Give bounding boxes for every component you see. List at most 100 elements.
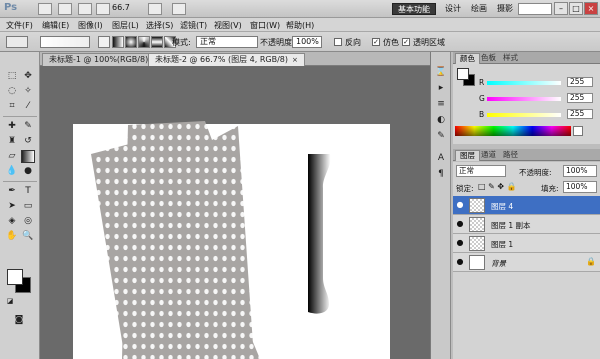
eye-icon[interactable]: ● bbox=[455, 257, 465, 267]
character-panel-icon[interactable]: A bbox=[435, 152, 447, 164]
bridge-button[interactable] bbox=[38, 3, 52, 15]
white-swatch[interactable] bbox=[573, 126, 583, 136]
clone-stamp-icon[interactable]: ♜ bbox=[5, 135, 19, 148]
tab-paths[interactable]: 路径 bbox=[499, 150, 522, 161]
hand-tool-icon[interactable]: ✋ bbox=[5, 230, 19, 243]
history-brush-icon[interactable]: ↺ bbox=[21, 135, 35, 148]
red-channel-value[interactable]: 255 bbox=[567, 77, 593, 87]
screen-mode-button[interactable] bbox=[172, 3, 186, 15]
search-input[interactable] bbox=[518, 3, 552, 15]
color-panel: R 255 G 255 B 255 bbox=[453, 64, 600, 144]
eye-icon[interactable]: ● bbox=[455, 238, 465, 248]
crop-tool-icon[interactable]: ⌗ bbox=[5, 100, 19, 113]
gradient-tool-icon[interactable] bbox=[21, 150, 35, 163]
gradient-editor-icon[interactable] bbox=[98, 36, 110, 48]
menu-layer[interactable]: 图层(L) bbox=[112, 20, 139, 31]
close-tab-icon[interactable]: × bbox=[292, 56, 298, 64]
workspace-photography[interactable]: 摄影 bbox=[492, 3, 518, 15]
eraser-tool-icon[interactable]: ▱ bbox=[5, 150, 19, 163]
reverse-checkbox[interactable] bbox=[334, 38, 342, 46]
fill-input[interactable]: 100% bbox=[563, 181, 597, 193]
lock-icons[interactable]: □ ✎ ✥ 🔒 bbox=[478, 182, 517, 191]
gradient-picker[interactable] bbox=[40, 36, 90, 48]
application-bar: Ps 66.7 基本功能 设计 绘画 摄影 – □ × bbox=[0, 0, 600, 18]
green-channel-value[interactable]: 255 bbox=[567, 93, 593, 103]
lasso-tool-icon[interactable]: ◌ bbox=[5, 85, 19, 98]
actions-panel-icon[interactable]: ▸ bbox=[435, 82, 447, 94]
workspace-essentials[interactable]: 基本功能 bbox=[392, 3, 436, 15]
layer-row[interactable]: ● 图层 4 bbox=[453, 196, 600, 215]
eye-icon[interactable]: ● bbox=[455, 200, 465, 210]
canvas-area[interactable] bbox=[40, 66, 430, 359]
magic-wand-icon[interactable]: ✧ bbox=[21, 85, 35, 98]
healing-brush-icon[interactable]: ✚ bbox=[5, 120, 19, 133]
menu-edit[interactable]: 编辑(E) bbox=[42, 20, 69, 31]
blue-channel-value[interactable]: 255 bbox=[567, 109, 593, 119]
adjustments-panel-icon[interactable]: ≡ bbox=[435, 98, 447, 110]
layer-row[interactable]: ● 背景 🔒 bbox=[453, 253, 600, 272]
move-tool-icon[interactable]: ✥ bbox=[21, 70, 35, 83]
history-panel-icon[interactable]: ⌛ bbox=[435, 66, 447, 78]
tab-document-1[interactable]: 未标题-1 @ 100%(RGB/8)× bbox=[42, 53, 166, 66]
color-spectrum-bar[interactable] bbox=[455, 126, 571, 136]
foreground-color-swatch[interactable] bbox=[7, 269, 23, 285]
tab-swatches[interactable]: 色板 bbox=[477, 53, 500, 64]
menu-file[interactable]: 文件(F) bbox=[6, 20, 33, 31]
mini-bridge-button[interactable] bbox=[58, 3, 72, 15]
layer-row[interactable]: ● 图层 1 副本 bbox=[453, 215, 600, 234]
pen-tool-icon[interactable]: ✒ bbox=[5, 185, 19, 198]
tool-preset-picker[interactable] bbox=[6, 36, 28, 48]
quick-mask-icon[interactable]: ◙ bbox=[12, 314, 26, 327]
paragraph-panel-icon[interactable]: ¶ bbox=[435, 168, 447, 180]
path-selection-icon[interactable]: ➤ bbox=[5, 200, 19, 213]
type-tool-icon[interactable]: T bbox=[21, 185, 35, 198]
blend-mode-select[interactable]: 正常 bbox=[456, 165, 506, 177]
opacity-input[interactable]: 100% bbox=[292, 36, 322, 48]
dodge-tool-icon[interactable]: ● bbox=[21, 165, 35, 178]
menu-window[interactable]: 窗口(W) bbox=[250, 20, 280, 31]
red-channel-slider[interactable] bbox=[487, 81, 561, 85]
workspace-design[interactable]: 设计 bbox=[440, 3, 466, 15]
menu-image[interactable]: 图像(I) bbox=[78, 20, 103, 31]
close-button[interactable]: × bbox=[584, 2, 598, 15]
eye-icon[interactable]: ● bbox=[455, 219, 465, 229]
3d-rotate-icon[interactable]: ◈ bbox=[5, 215, 19, 228]
zoom-level[interactable]: 66.7 bbox=[112, 3, 130, 12]
green-channel-slider[interactable] bbox=[487, 97, 561, 101]
workspace-painting[interactable]: 绘画 bbox=[466, 3, 492, 15]
blue-channel-slider[interactable] bbox=[487, 113, 561, 117]
arrange-documents-button[interactable] bbox=[148, 3, 162, 15]
angle-gradient-icon[interactable] bbox=[138, 36, 150, 48]
default-colors-icon[interactable]: ◪ bbox=[3, 295, 17, 308]
transparency-checkbox[interactable]: ✓ bbox=[402, 38, 410, 46]
zoom-tool-icon[interactable]: 🔍 bbox=[21, 230, 35, 243]
minimize-button[interactable]: – bbox=[554, 2, 568, 15]
marquee-tool-icon[interactable]: ⬚ bbox=[5, 70, 19, 83]
mode-select[interactable]: 正常 bbox=[196, 36, 258, 48]
view-extras-button[interactable] bbox=[78, 3, 92, 15]
eyedropper-icon[interactable]: ⁄ bbox=[21, 100, 35, 113]
tab-styles[interactable]: 样式 bbox=[499, 53, 522, 64]
reflected-gradient-icon[interactable] bbox=[151, 36, 163, 48]
menu-help[interactable]: 帮助(H) bbox=[286, 20, 314, 31]
layers-panel-tabs: 图层 通道 路径 bbox=[453, 149, 600, 161]
masks-panel-icon[interactable]: ◐ bbox=[435, 114, 447, 126]
dither-checkbox[interactable]: ✓ bbox=[372, 38, 380, 46]
layer-opacity-input[interactable]: 100% bbox=[563, 165, 597, 177]
menu-view[interactable]: 视图(V) bbox=[214, 20, 242, 31]
radial-gradient-icon[interactable] bbox=[125, 36, 137, 48]
shape-tool-icon[interactable]: ▭ bbox=[21, 200, 35, 213]
brush-tool-icon[interactable]: ✎ bbox=[21, 120, 35, 133]
maximize-button[interactable]: □ bbox=[569, 2, 583, 15]
tab-document-2[interactable]: 未标题-2 @ 66.7% (图层 4, RGB/8) × bbox=[148, 53, 305, 66]
hand-icon[interactable] bbox=[96, 3, 110, 15]
brush-panel-icon[interactable]: ✎ bbox=[435, 130, 447, 142]
linear-gradient-icon[interactable] bbox=[112, 36, 124, 48]
tab-channels[interactable]: 通道 bbox=[477, 150, 500, 161]
menu-select[interactable]: 选择(S) bbox=[146, 20, 173, 31]
fg-color-preview[interactable] bbox=[457, 68, 469, 80]
blur-tool-icon[interactable]: 💧 bbox=[5, 165, 19, 178]
menu-filter[interactable]: 滤镜(T) bbox=[180, 20, 207, 31]
3d-orbit-icon[interactable]: ◎ bbox=[21, 215, 35, 228]
layer-row[interactable]: ● 图层 1 bbox=[453, 234, 600, 253]
